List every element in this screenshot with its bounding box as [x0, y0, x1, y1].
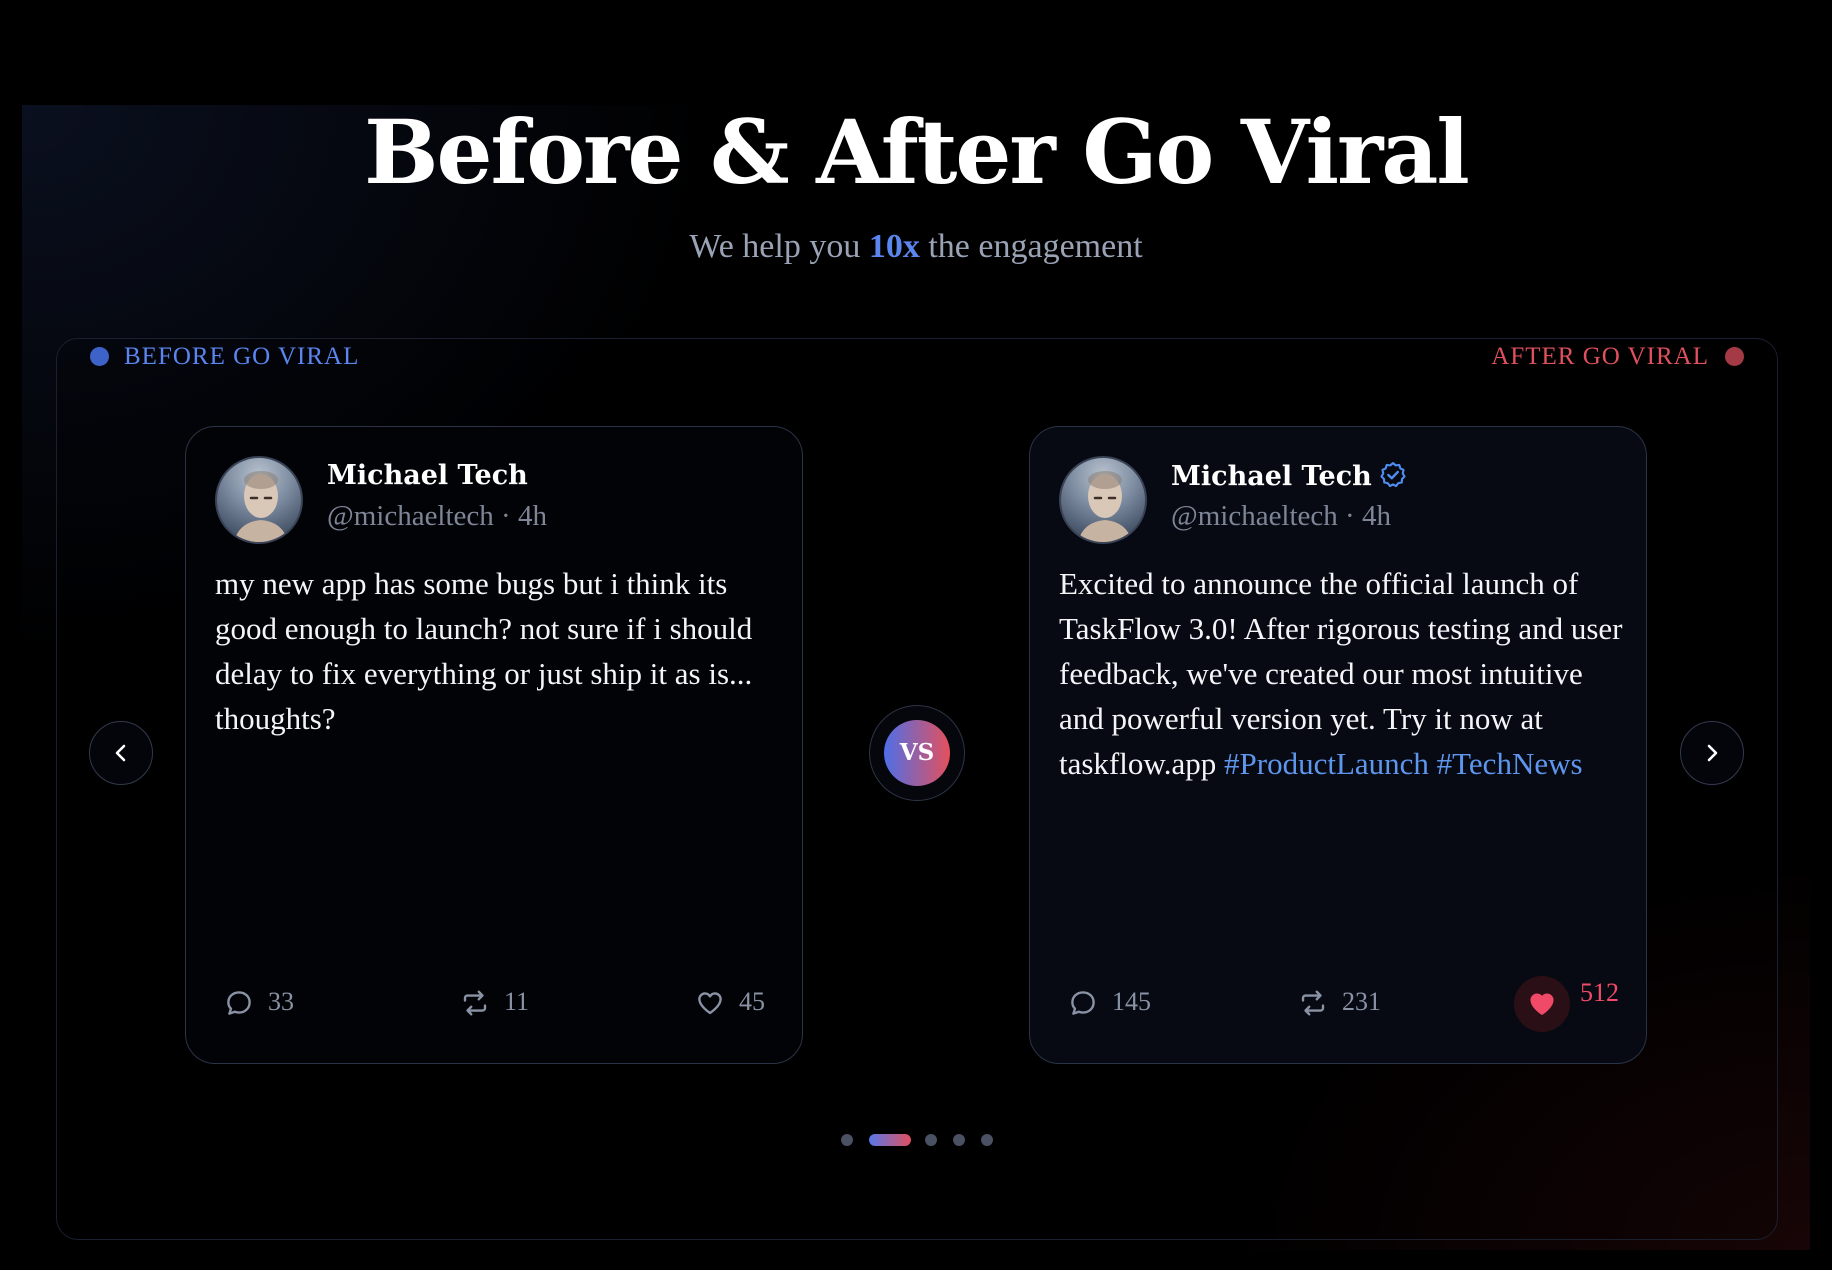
author-name[interactable]: Michael Tech — [1171, 460, 1408, 492]
repost-icon — [463, 990, 487, 1016]
like-count: 512 — [1580, 978, 1619, 1007]
author-handle: @michaeltech · 4h — [1171, 500, 1391, 532]
after-indicator-dot — [1725, 347, 1744, 366]
post-text: Excited to announce the official launch … — [1059, 561, 1629, 786]
subtitle-accent: 10x — [868, 228, 920, 265]
before-label: BEFORE GO VIRAL — [90, 343, 359, 371]
avatar[interactable] — [1059, 456, 1147, 544]
pagination-dot[interactable] — [981, 1134, 993, 1146]
before-indicator-dot — [90, 347, 109, 366]
post-text: my new app has some bugs but i think its… — [215, 566, 753, 736]
vs-badge: VS — [869, 705, 965, 801]
pagination-dot-active[interactable] — [869, 1134, 911, 1146]
reply-count: 33 — [268, 987, 294, 1016]
pagination-dot[interactable] — [953, 1134, 965, 1146]
after-label: AFTER GO VIRAL — [1491, 343, 1744, 371]
reply-action[interactable]: 145 — [1068, 987, 1151, 1018]
carousel-prev-button[interactable] — [89, 721, 153, 785]
like-action[interactable]: 45 — [695, 987, 765, 1018]
repost-count: 11 — [504, 987, 530, 1016]
subtitle-prefix: We help you — [689, 228, 869, 265]
author-name-text: Michael Tech — [327, 460, 528, 491]
like-highlight — [1514, 976, 1570, 1032]
after-label-text: AFTER GO VIRAL — [1491, 343, 1709, 370]
repost-action[interactable]: 231 — [1298, 987, 1381, 1018]
comment-icon — [1071, 991, 1095, 1015]
avatar[interactable] — [215, 456, 303, 544]
comment-icon — [227, 991, 251, 1015]
chevron-right-icon — [1707, 744, 1718, 762]
carousel-pagination — [0, 1133, 1832, 1147]
repost-icon — [1301, 990, 1325, 1016]
after-post-card[interactable]: Michael Tech @michaeltech · 4h Excited t… — [1029, 426, 1647, 1064]
author-handle: @michaeltech · 4h — [327, 500, 547, 532]
author-name-text: Michael Tech — [1171, 461, 1372, 492]
hashtag-link[interactable]: #TechNews — [1437, 746, 1583, 781]
before-label-text: BEFORE GO VIRAL — [124, 343, 360, 370]
heart-icon — [698, 992, 722, 1015]
reply-count: 145 — [1112, 987, 1151, 1016]
page-subtitle: We help you 10x the engagement — [0, 228, 1832, 266]
page-title: Before & After Go Viral — [364, 100, 1470, 204]
pagination-dot[interactable] — [841, 1134, 853, 1146]
heart-filled-icon — [1530, 993, 1554, 1015]
verified-badge-icon — [1380, 462, 1406, 488]
like-action[interactable]: 512 — [1514, 976, 1619, 1032]
author-name[interactable]: Michael Tech — [327, 460, 528, 491]
subtitle-suffix: the engagement — [919, 228, 1143, 265]
pagination-dot[interactable] — [925, 1134, 937, 1146]
hashtag-link[interactable]: #ProductLaunch — [1224, 746, 1429, 781]
carousel-next-button[interactable] — [1680, 721, 1744, 785]
vs-label: VS — [884, 720, 950, 786]
repost-action[interactable]: 11 — [460, 987, 529, 1018]
before-post-card[interactable]: Michael Tech @michaeltech · 4h my new ap… — [185, 426, 803, 1064]
like-count: 45 — [739, 987, 765, 1016]
reply-action[interactable]: 33 — [224, 987, 294, 1018]
chevron-left-icon — [115, 744, 126, 762]
repost-count: 231 — [1342, 987, 1381, 1016]
